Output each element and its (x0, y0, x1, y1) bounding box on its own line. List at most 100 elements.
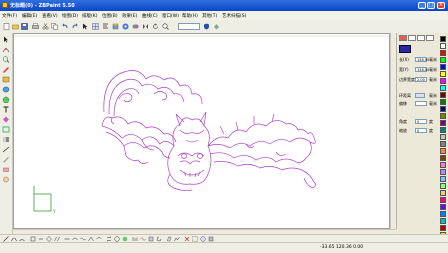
menu-curve[interactable]: 曲线(C) (142, 13, 158, 19)
color-swatch[interactable] (440, 106, 446, 112)
menu-bitmap[interactable]: 位图(B) (102, 13, 118, 19)
knife-tool-icon[interactable] (2, 156, 10, 163)
angle-unit: 度 (429, 119, 433, 124)
color-swatch[interactable] (440, 183, 446, 189)
zoom-in-icon[interactable] (162, 23, 169, 30)
scale-unit: 度 (429, 128, 433, 133)
measure-tool-icon[interactable] (2, 146, 10, 153)
open-folder-icon[interactable] (12, 23, 19, 30)
menu-draw[interactable]: 绘图(D) (62, 13, 78, 19)
weld-icon[interactable] (132, 23, 139, 30)
fill-tool-icon[interactable] (2, 116, 10, 123)
zoom-select[interactable] (178, 23, 200, 30)
color-swatch[interactable] (440, 197, 446, 203)
panel-tab-text[interactable] (426, 35, 434, 41)
color-swatch[interactable] (440, 113, 446, 119)
border-width-input[interactable]: 2.00 (415, 77, 427, 82)
color-swatch[interactable] (440, 43, 446, 49)
color-swatch[interactable] (440, 218, 446, 224)
menu-other[interactable]: 其他(T) (202, 13, 217, 19)
grid-icon[interactable] (92, 23, 99, 30)
color-swatch[interactable] (440, 169, 446, 175)
color-swatch[interactable] (440, 57, 446, 63)
layer-icon[interactable] (112, 23, 119, 30)
color-swatch[interactable] (440, 211, 446, 217)
color-swatch[interactable] (440, 225, 446, 231)
menu-view[interactable]: 查看(V) (42, 13, 58, 19)
fill-icon[interactable] (213, 23, 220, 30)
undo-icon[interactable] (62, 23, 69, 30)
new-file-icon[interactable] (3, 23, 10, 30)
ring-distance-slider[interactable] (415, 93, 425, 98)
rectangle-tool-icon[interactable] (2, 76, 10, 83)
length-label: 长(X) (399, 57, 409, 62)
color-swatch[interactable] (440, 50, 446, 56)
apply-button[interactable] (399, 45, 411, 53)
color-swatch[interactable] (440, 36, 446, 42)
cut-icon[interactable] (42, 23, 49, 30)
color-swatch[interactable] (440, 148, 446, 154)
menu-effects[interactable]: 效果(E) (122, 13, 137, 19)
color-swatch[interactable] (440, 127, 446, 133)
scale-input[interactable]: 0 (415, 128, 427, 133)
polygon-tool-icon[interactable] (2, 96, 10, 103)
color-swatch[interactable] (440, 141, 446, 147)
print-icon[interactable] (32, 23, 39, 30)
rotate-icon[interactable] (152, 23, 159, 30)
menu-layout[interactable]: 排版(K) (82, 13, 97, 19)
menu-help[interactable]: 帮助(H) (182, 13, 198, 19)
drawing-canvas[interactable]: Y (13, 33, 390, 229)
color-swatch[interactable] (440, 162, 446, 168)
mirror-icon[interactable] (142, 23, 149, 30)
color-swatch[interactable] (440, 64, 446, 70)
angle-label: 角度 (399, 119, 407, 124)
color-swatch[interactable] (440, 99, 446, 105)
color-swatch[interactable] (440, 85, 446, 91)
offset-unit: 毫米 (429, 101, 437, 106)
pen-tool-icon[interactable] (2, 66, 10, 73)
maximize-button[interactable]: □ (427, 2, 435, 9)
color-swatch[interactable] (440, 78, 446, 84)
menu-edit[interactable]: 编辑(E) (22, 13, 37, 19)
select-tool-icon[interactable] (82, 23, 89, 30)
align-icon[interactable] (102, 23, 109, 30)
zoom-tool-icon[interactable] (2, 56, 10, 63)
menu-window[interactable]: 窗口(W) (162, 13, 179, 19)
panel-tab-outline[interactable] (417, 35, 425, 41)
outline-tool-icon[interactable] (2, 126, 10, 133)
color-swatch[interactable] (440, 190, 446, 196)
eraser-tool-icon[interactable] (2, 166, 10, 173)
pointer-tool-icon[interactable] (2, 36, 10, 43)
color-swatch[interactable] (440, 134, 446, 140)
color-swatch[interactable] (440, 204, 446, 210)
width-input[interactable]: 158.00 (415, 67, 429, 72)
color-swatch[interactable] (440, 176, 446, 182)
angle-input[interactable]: 0 (415, 119, 427, 124)
save-icon[interactable] (21, 23, 28, 30)
menu-file[interactable]: 文件(F) (2, 13, 17, 19)
shield-icon[interactable] (203, 23, 210, 30)
ellipse-tool-icon[interactable] (2, 86, 10, 93)
scale-label: 缩放 (399, 128, 407, 133)
bat-artwork (101, 70, 316, 192)
pan-tool-icon[interactable] (2, 176, 10, 183)
color-swatch[interactable] (440, 71, 446, 77)
color-swatch[interactable] (440, 120, 446, 126)
gradient-tool-icon[interactable] (2, 136, 10, 143)
origin-axis-icon (33, 186, 52, 212)
redo-icon[interactable] (71, 23, 78, 30)
color-icon[interactable] (122, 23, 129, 30)
offset-input[interactable] (415, 101, 427, 106)
copy-icon[interactable] (51, 23, 58, 30)
panel-tab-fill[interactable] (408, 35, 416, 41)
status-bar: -33.65 120.36 0.00 (0, 242, 448, 253)
panel-tab-shape[interactable] (399, 35, 407, 41)
node-edit-icon[interactable] (2, 46, 10, 53)
color-swatch[interactable] (440, 92, 446, 98)
length-input[interactable]: 158.00 (415, 57, 429, 62)
color-swatch[interactable] (440, 155, 446, 161)
close-button[interactable]: × (437, 2, 445, 9)
menu-art-scan[interactable]: 艺术扫描(S) (222, 13, 246, 19)
minimize-button[interactable]: _ (418, 2, 426, 9)
text-tool-icon[interactable] (2, 106, 10, 113)
